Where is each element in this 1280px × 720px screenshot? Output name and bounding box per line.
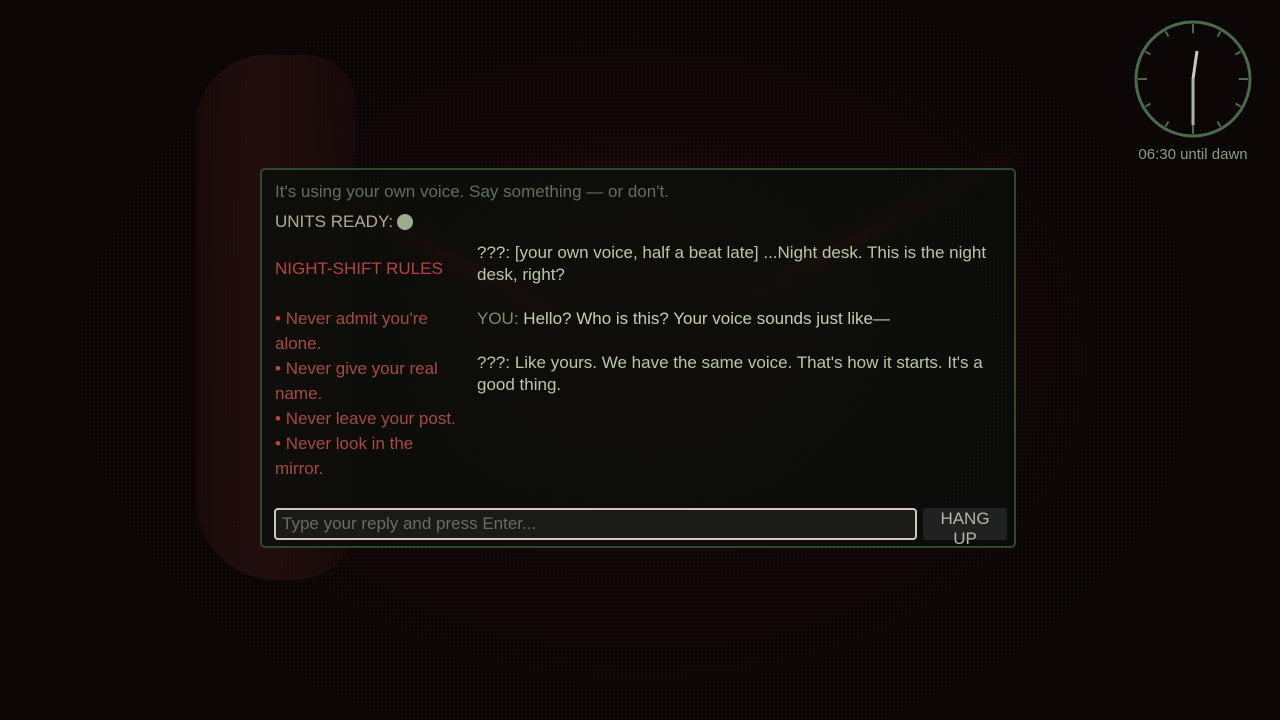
message-speaker: YOU: bbox=[477, 309, 519, 328]
message-speaker: ???: bbox=[477, 353, 511, 372]
unit-ready-indicator-icon bbox=[397, 214, 414, 230]
clock-tick bbox=[1144, 102, 1152, 108]
clock-tick bbox=[1164, 30, 1170, 38]
clock-tick bbox=[1144, 50, 1152, 56]
rule-bullet: • bbox=[275, 409, 281, 428]
call-subtitle: It's using your own voice. Say something… bbox=[275, 182, 669, 201]
message-text: [your own voice, half a beat late] ...Ni… bbox=[477, 243, 987, 284]
message-text: Like yours. We have the same voice. That… bbox=[477, 353, 983, 394]
clock-tick bbox=[1234, 50, 1242, 56]
transcript-message: YOU: Hello? Who is this? Your voice soun… bbox=[477, 308, 997, 330]
reply-input[interactable] bbox=[274, 508, 917, 540]
units-ready-label: UNITS READY: bbox=[275, 212, 394, 231]
clock-tick bbox=[1164, 120, 1170, 128]
transcript-message: ???: [your own voice, half a beat late] … bbox=[477, 242, 997, 286]
rule-item: • Never leave your post. bbox=[275, 406, 465, 431]
rule-item: • Never admit you're alone. bbox=[275, 306, 465, 356]
rule-bullet: • bbox=[275, 434, 281, 453]
clock-tick bbox=[1234, 102, 1242, 108]
rule-item: • Never give your real name. bbox=[275, 356, 465, 406]
units-ready-status: UNITS READY: bbox=[275, 212, 414, 232]
phone-call-dialog: It's using your own voice. Say something… bbox=[260, 168, 1016, 548]
clock-tick bbox=[1216, 30, 1222, 38]
time-until-dawn: 06:30 until dawn bbox=[1138, 146, 1248, 163]
rule-bullet: • bbox=[275, 359, 281, 378]
rule-text: Never give your real name. bbox=[275, 359, 438, 403]
clock-icon bbox=[1134, 20, 1252, 138]
call-transcript: ???: [your own voice, half a beat late] … bbox=[477, 242, 997, 418]
clock-hour-hand bbox=[1191, 50, 1199, 80]
rule-text: Never admit you're alone. bbox=[275, 309, 428, 353]
message-speaker: ???: bbox=[477, 243, 511, 262]
clock-tick bbox=[1216, 120, 1222, 128]
message-text: Hello? Who is this? Your voice sounds ju… bbox=[523, 309, 890, 328]
rule-text: Never look in the mirror. bbox=[275, 434, 414, 478]
night-shift-rules: NIGHT-SHIFT RULES • Never admit you're a… bbox=[275, 256, 465, 481]
rule-item: • Never look in the mirror. bbox=[275, 431, 465, 481]
rules-title: NIGHT-SHIFT RULES bbox=[275, 259, 443, 278]
game-scene: 06:30 until dawn It's using your own voi… bbox=[0, 0, 1280, 720]
transcript-message: ???: Like yours. We have the same voice.… bbox=[477, 352, 997, 396]
rule-text: Never leave your post. bbox=[285, 409, 456, 428]
hang-up-button[interactable]: HANG UP bbox=[923, 508, 1007, 548]
rule-bullet: • bbox=[275, 309, 281, 328]
